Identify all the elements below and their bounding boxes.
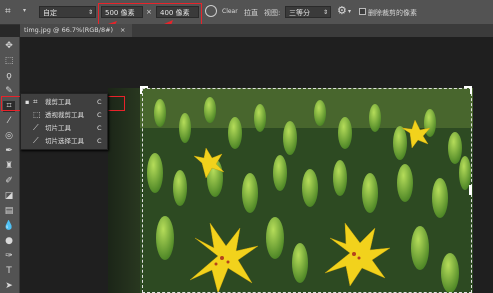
crop-handle-top-left[interactable] [140, 86, 148, 94]
brush-icon[interactable]: ✒ [3, 146, 15, 157]
pen-icon[interactable]: ✑ [3, 251, 15, 262]
lasso-icon[interactable]: ϙ [3, 71, 15, 82]
close-icon[interactable]: × [120, 24, 125, 37]
crop-icon: ⌗ [33, 97, 38, 106]
move-icon[interactable]: ✥ [3, 41, 15, 52]
dodge-icon[interactable]: ● [3, 236, 15, 247]
flyout-item-label: 切片工具 [45, 124, 71, 132]
flyout-item-perspective-crop[interactable]: ⬚ 透视裁剪工具 C [21, 109, 107, 121]
marquee-icon[interactable]: ⬚ [3, 56, 15, 67]
document-tab-title: timg.jpg @ 66.7%(RGB/8#) [24, 26, 114, 34]
history-brush-icon[interactable]: ✐ [3, 176, 15, 187]
flyout-item-slice-select[interactable]: ⟋ 切片选择工具 C [21, 135, 107, 147]
flyout-item-shortcut: C [97, 137, 102, 145]
stamp-icon[interactable]: ♜ [3, 161, 15, 172]
tools-panel: ✥ ⬚ ϙ ✎ ⌗ ⁄ ◎ ✒ ♜ ✐ ◪ ▤ 💧 ● ✑ T ➤ [0, 37, 20, 293]
type-icon[interactable]: T [3, 266, 15, 277]
flyout-item-shortcut: C [97, 111, 102, 119]
perspective-crop-icon: ⬚ [33, 110, 41, 119]
document-tab[interactable]: timg.jpg @ 66.7%(RGB/8#) × [20, 24, 132, 37]
eyedropper-icon[interactable]: ⁄ [3, 116, 15, 127]
flyout-item-shortcut: C [97, 98, 102, 106]
flyout-item-slice[interactable]: ⟋ 切片工具 C [21, 122, 107, 134]
crop-handle-right-mid[interactable] [469, 185, 472, 195]
path-select-icon[interactable]: ➤ [3, 281, 15, 292]
crop-bounding-box[interactable] [142, 88, 472, 293]
slice-select-icon: ⟋ [33, 136, 39, 145]
active-bullet-icon: ▪ [25, 98, 30, 106]
flyout-item-crop[interactable]: ▪ ⌗ 裁剪工具 C [21, 96, 107, 108]
blur-icon[interactable]: 💧 [3, 221, 15, 232]
crop-tool-flyout-menu: ▪ ⌗ 裁剪工具 C ⬚ 透视裁剪工具 C ⟋ 切片工具 C ⟋ 切片选择工具 … [20, 93, 108, 150]
flyout-item-label: 切片选择工具 [45, 137, 84, 145]
flyout-item-label: 裁剪工具 [45, 98, 71, 106]
flyout-item-label: 透视裁剪工具 [45, 111, 84, 119]
healing-icon[interactable]: ◎ [3, 131, 15, 142]
crop-handle-top-right[interactable] [464, 86, 472, 94]
eraser-icon[interactable]: ◪ [3, 191, 15, 202]
flyout-item-shortcut: C [97, 124, 102, 132]
cropped-shield-area [108, 88, 141, 293]
gradient-icon[interactable]: ▤ [3, 206, 15, 217]
slice-icon: ⟋ [33, 123, 39, 132]
